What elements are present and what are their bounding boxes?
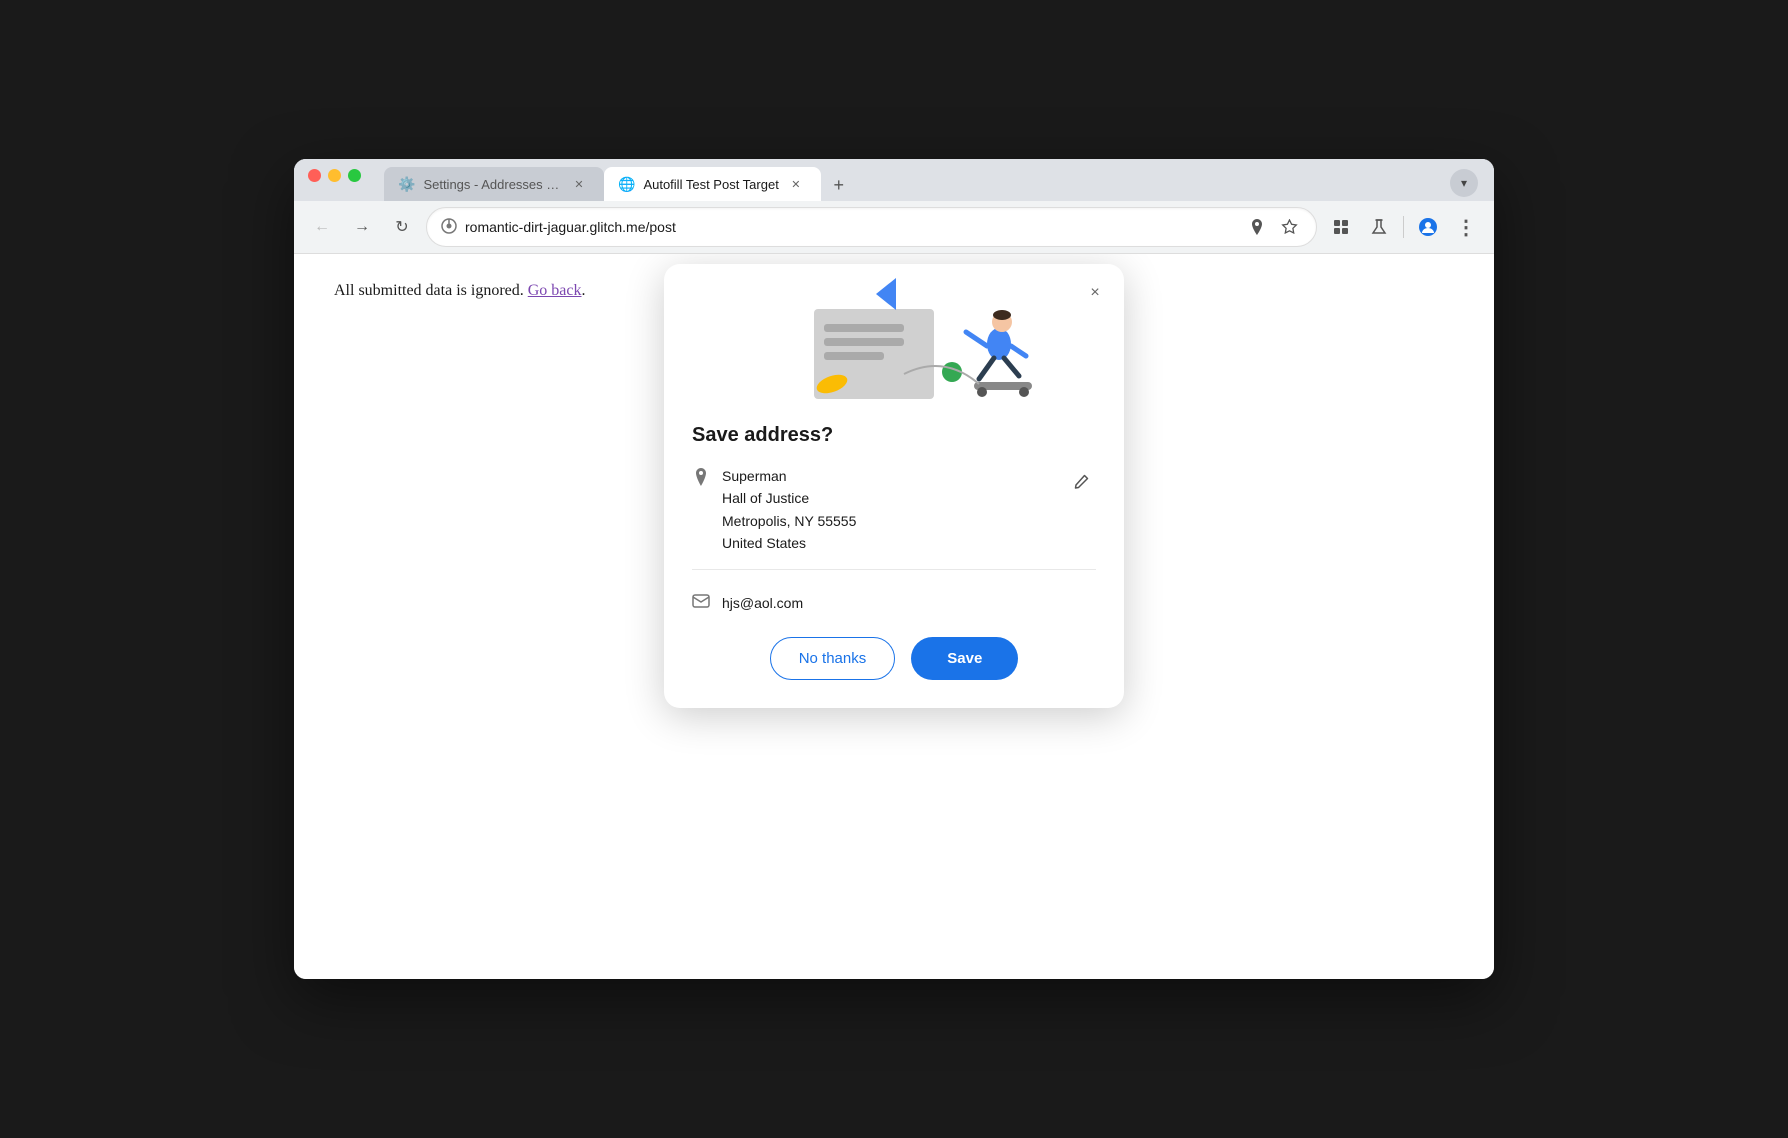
email-block: hjs@aol.com [692,594,1096,613]
dialog-body: Save address? Superman Hall of Justice M… [664,424,1124,613]
dialog-overlay: × Save address? Superman Hall of Justice [294,254,1494,979]
menu-button[interactable]: ⋮ [1450,211,1482,243]
tabs-area: ⚙️ Settings - Addresses and mo ✕ 🌐 Autof… [294,159,1494,201]
browser-window: ⚙️ Settings - Addresses and mo ✕ 🌐 Autof… [294,159,1494,979]
forward-button[interactable]: → [346,211,378,243]
back-button[interactable]: ← [306,211,338,243]
email-text: hjs@aol.com [722,595,803,611]
email-icon [692,594,710,613]
address-divider [692,569,1096,570]
autofill-tab-icon: 🌐 [618,176,635,193]
address-lines: Superman Hall of Justice Metropolis, NY … [722,465,1054,555]
address-bar[interactable]: romantic-dirt-jaguar.glitch.me/post [426,207,1317,247]
settings-tab-close[interactable]: ✕ [570,175,588,193]
address-block: Superman Hall of Justice Metropolis, NY … [692,465,1096,555]
title-bar: ⚙️ Settings - Addresses and mo ✕ 🌐 Autof… [294,159,1494,254]
settings-tab-icon: ⚙️ [398,176,415,193]
address-name: Superman [722,465,1054,487]
page-content: All submitted data is ignored. Go back. [294,254,1494,979]
profile-button[interactable] [1412,211,1444,243]
address-line2: Metropolis, NY 55555 [722,510,1054,532]
save-button[interactable]: Save [911,637,1018,680]
close-button[interactable] [308,169,321,182]
minimize-button[interactable] [328,169,341,182]
edit-address-button[interactable] [1066,466,1096,496]
toolbar: ← → ↻ romantic-dirt-jaguar.glitch.me/pos… [294,201,1494,254]
maximize-button[interactable] [348,169,361,182]
reload-button[interactable]: ↻ [386,211,418,243]
address-line1: Hall of Justice [722,487,1054,509]
location-icon[interactable] [1244,214,1270,240]
autofill-tab-close[interactable]: ✕ [787,175,805,193]
dialog-illustration [664,264,1124,424]
star-icon[interactable] [1276,214,1302,240]
no-thanks-button[interactable]: No thanks [770,637,896,680]
tab-autofill[interactable]: 🌐 Autofill Test Post Target ✕ [604,167,821,201]
extensions-button[interactable] [1325,211,1357,243]
dialog-close-button[interactable]: × [1080,278,1110,308]
dialog-title: Save address? [692,424,1096,447]
traffic-lights [294,159,371,192]
security-icon [441,218,457,237]
address-text: romantic-dirt-jaguar.glitch.me/post [465,219,1236,235]
save-address-dialog: × Save address? Superman Hall of Justice [664,264,1124,708]
new-tab-button[interactable]: + [825,171,853,199]
address-location-icon [692,467,710,492]
autofill-tab-title: Autofill Test Post Target [643,177,778,192]
toolbar-divider [1403,216,1404,238]
address-line3: United States [722,532,1054,554]
labs-button[interactable] [1363,211,1395,243]
settings-tab-title: Settings - Addresses and mo [423,177,562,192]
tab-settings[interactable]: ⚙️ Settings - Addresses and mo ✕ [384,167,604,201]
tab-chevron-button[interactable]: ▾ [1450,169,1478,197]
dialog-actions: No thanks Save [664,637,1124,680]
